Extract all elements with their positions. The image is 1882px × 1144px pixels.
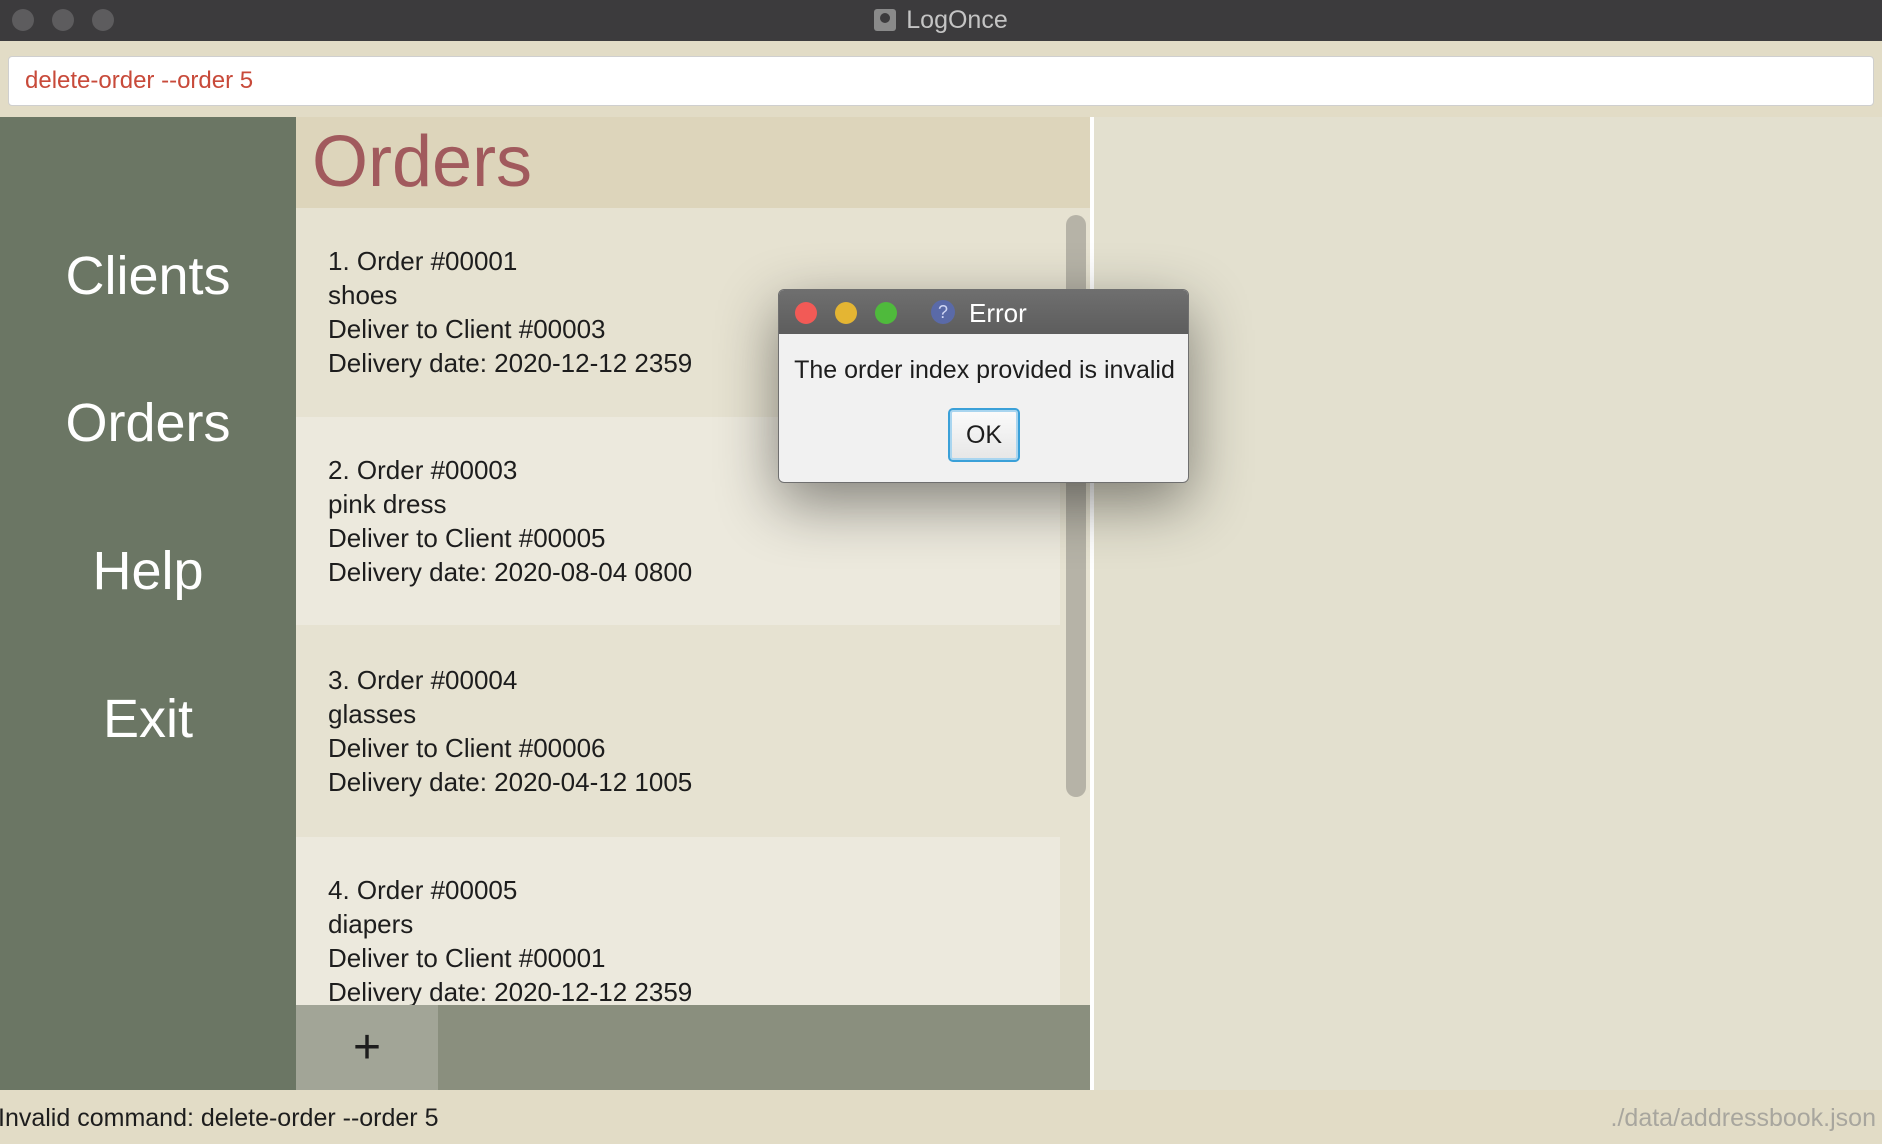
sidebar-item-help[interactable]: Help	[0, 540, 296, 602]
question-icon: ?	[931, 300, 955, 324]
command-bar: delete-order --order 5	[0, 41, 1882, 117]
window-title: LogOnce	[0, 6, 1882, 35]
order-header: 1. Order #00001	[328, 246, 518, 276]
order-item: diapers	[328, 909, 414, 939]
app-icon	[874, 9, 897, 31]
dialog-minimize-button[interactable]	[835, 302, 857, 324]
order-item: pink dress	[328, 489, 447, 519]
sidebar-item-clients[interactable]: Clients	[0, 245, 296, 307]
order-date: Delivery date: 2020-12-12 2359	[328, 977, 693, 1007]
status-file-path: ./data/addressbook.json	[1610, 1104, 1876, 1132]
order-client: Deliver to Client #00005	[328, 523, 606, 553]
command-input[interactable]: delete-order --order 5	[8, 56, 1874, 106]
app-window: LogOnce delete-order --order 5 Clients O…	[0, 0, 1882, 1144]
status-message: Invalid command: delete-order --order 5	[0, 1104, 439, 1132]
order-header: 3. Order #00004	[328, 665, 518, 695]
title-bar: LogOnce	[0, 0, 1882, 41]
sidebar-item-exit[interactable]: Exit	[0, 688, 296, 750]
sidebar-item-orders[interactable]: Orders	[0, 392, 296, 454]
order-client: Deliver to Client #00001	[328, 943, 606, 973]
order-header: 4. Order #00005	[328, 875, 518, 905]
status-bar: Invalid command: delete-order --order 5 …	[0, 1090, 1882, 1144]
sidebar: Clients Orders Help Exit	[0, 117, 296, 1090]
orders-header: Orders	[296, 117, 1090, 208]
ok-button[interactable]: OK	[948, 408, 1020, 462]
detail-panel	[1094, 117, 1882, 1090]
order-item: glasses	[328, 699, 417, 729]
orders-panel: Orders 1. Order #00001 shoes Deliver to …	[296, 117, 1090, 1090]
add-order-button[interactable]: +	[296, 1005, 438, 1090]
dialog-title-bar: ? Error	[779, 290, 1188, 334]
dialog-title: Error	[969, 298, 1027, 328]
window-title-text: LogOnce	[906, 6, 1008, 34]
orders-toolbar: +	[296, 1005, 1090, 1090]
order-card[interactable]: 3. Order #00004 glasses Deliver to Clien…	[296, 627, 1060, 835]
page-title: Orders	[312, 122, 533, 202]
dialog-zoom-button[interactable]	[875, 302, 897, 324]
dialog-close-button[interactable]	[795, 302, 817, 324]
order-client: Deliver to Client #00006	[328, 733, 606, 763]
dialog-message: The order index provided is invalid	[794, 356, 1175, 384]
error-dialog: ? Error The order index provided is inva…	[778, 289, 1189, 483]
order-date: Delivery date: 2020-04-12 1005	[328, 767, 693, 797]
order-date: Delivery date: 2020-08-04 0800	[328, 557, 693, 587]
